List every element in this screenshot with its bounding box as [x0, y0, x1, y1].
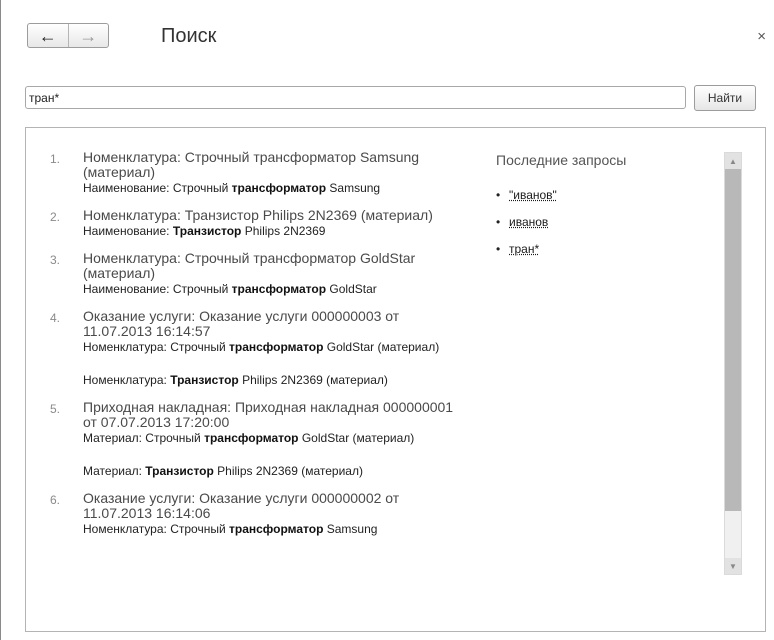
detail-prefix: Материал:: [83, 464, 146, 478]
result-title-link[interactable]: Оказание услуги: Оказание услуги 0000000…: [83, 309, 470, 339]
result-title-link[interactable]: Номенклатура: Строчный трансформатор Sam…: [83, 150, 470, 180]
result-item: 1. Номенклатура: Строчный трансформатор S…: [50, 150, 470, 196]
result-detail: Наименование: Транзистор Philips 2N2369: [83, 224, 470, 239]
bullet-icon: •: [496, 215, 501, 229]
arrow-right-icon: →: [79, 25, 98, 46]
result-item: 5. Приходная накладная: Приходная накладн…: [50, 400, 470, 479]
results-list: 1. Номенклатура: Строчный трансформатор S…: [50, 150, 470, 549]
search-input[interactable]: [25, 86, 686, 109]
find-button[interactable]: Найти: [694, 85, 756, 111]
result-number: 5.: [50, 402, 61, 416]
scroll-thumb[interactable]: [725, 169, 741, 511]
detail-prefix: Наименование:: [83, 224, 173, 238]
result-title-link[interactable]: Номенклатура: Строчный трансформатор Gol…: [83, 251, 470, 281]
detail-prefix: Материал: Строчный: [83, 431, 205, 445]
detail-match: трансформатор: [231, 181, 327, 195]
close-button[interactable]: ×: [757, 28, 766, 45]
detail-suffix: Samsung: [326, 181, 381, 195]
result-title-link[interactable]: Приходная накладная: Приходная накладная…: [83, 400, 470, 430]
forward-button[interactable]: →: [69, 24, 109, 47]
results-panel: 1. Номенклатура: Строчный трансформатор S…: [25, 127, 766, 632]
detail-match: трансформатор: [231, 282, 327, 296]
scroll-down-button[interactable]: ▼: [725, 558, 741, 574]
triangle-up-icon: ▲: [729, 156, 737, 166]
navigation-buttons: ← →: [27, 23, 109, 48]
detail-suffix: Samsung: [323, 522, 378, 536]
close-icon: ×: [757, 28, 766, 45]
detail-prefix: Номенклатура: Строчный: [83, 340, 229, 354]
result-detail: Номенклатура: Транзистор Philips 2N2369 …: [83, 373, 470, 388]
back-button[interactable]: ←: [28, 24, 69, 47]
triangle-down-icon: ▼: [729, 561, 737, 571]
result-detail: Материал: Строчный трансформатор GoldSta…: [83, 431, 470, 446]
result-title-link[interactable]: Номенклатура: Транзистор Philips 2N2369 …: [83, 208, 470, 223]
result-number: 2.: [50, 210, 61, 224]
result-item: 2. Номенклатура: Транзистор Philips 2N236…: [50, 208, 470, 239]
result-detail: Номенклатура: Строчный трансформатор Sam…: [83, 522, 470, 537]
detail-match: трансформатор: [204, 431, 299, 445]
detail-suffix: GoldStar (материал): [323, 340, 440, 354]
recent-query-link[interactable]: тран*: [509, 242, 539, 256]
recent-query-item: • иванов: [496, 215, 666, 229]
result-item: 3. Номенклатура: Строчный трансформатор G…: [50, 251, 470, 297]
result-detail: Материал: Транзистор Philips 2N2369 (мат…: [83, 464, 470, 479]
recent-queries-title: Последние запросы: [496, 152, 627, 168]
page-title: Поиск: [161, 25, 217, 47]
result-number: 6.: [50, 493, 61, 507]
detail-match: Транзистор: [172, 224, 242, 238]
recent-queries: Последние запросы • "иванов" • иванов • тран*: [496, 152, 666, 269]
detail-suffix: Philips 2N2369 (материал): [213, 464, 363, 478]
vertical-scrollbar[interactable]: ▲ ▼: [724, 152, 742, 575]
result-title-link[interactable]: Оказание услуги: Оказание услуги 0000000…: [83, 491, 470, 521]
bullet-icon: •: [496, 242, 501, 256]
recent-query-link[interactable]: "иванов": [509, 188, 557, 202]
detail-suffix: Philips 2N2369: [241, 224, 326, 238]
detail-suffix: GoldStar: [326, 282, 377, 296]
result-detail: Номенклатура: Строчный трансформатор Gol…: [83, 340, 470, 355]
bullet-icon: •: [496, 188, 501, 202]
result-detail: Наименование: Строчный трансформатор Sam…: [83, 181, 470, 196]
detail-prefix: Номенклатура: Строчный: [83, 522, 229, 536]
result-item: 4. Оказание услуги: Оказание услуги 00000…: [50, 309, 470, 388]
result-number: 1.: [50, 152, 61, 166]
scroll-up-button[interactable]: ▲: [725, 153, 741, 169]
result-item: 6. Оказание услуги: Оказание услуги 00000…: [50, 491, 470, 537]
detail-match: трансформатор: [229, 522, 324, 536]
result-number: 4.: [50, 311, 61, 325]
search-window: ← → Поиск × Найти 1. Номенклатура: Строчн…: [0, 0, 774, 640]
arrow-left-icon: ←: [38, 25, 57, 46]
detail-prefix: Наименование: Строчный: [83, 181, 232, 195]
result-number: 3.: [50, 253, 61, 267]
detail-match: трансформатор: [229, 340, 324, 354]
detail-suffix: Philips 2N2369 (материал): [238, 373, 388, 387]
recent-query-item: • "иванов": [496, 188, 666, 202]
recent-query-link[interactable]: иванов: [509, 215, 548, 229]
recent-query-item: • тран*: [496, 242, 666, 256]
result-detail: Наименование: Строчный трансформатор Gol…: [83, 282, 470, 297]
detail-prefix: Номенклатура:: [83, 373, 171, 387]
detail-match: Транзистор: [170, 373, 239, 387]
detail-suffix: GoldStar (материал): [298, 431, 415, 445]
detail-match: Транзистор: [145, 464, 214, 478]
detail-prefix: Наименование: Строчный: [83, 282, 232, 296]
